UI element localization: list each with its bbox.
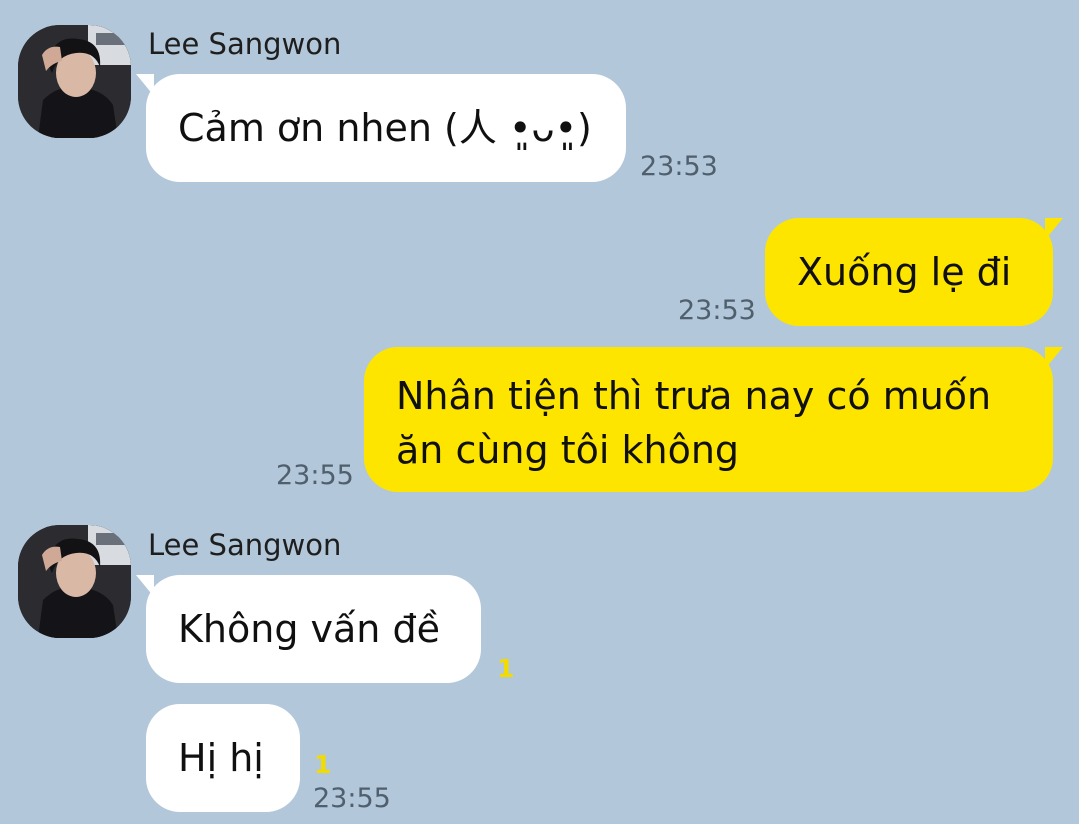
avatar[interactable] xyxy=(18,25,131,138)
timestamp: 23:53 xyxy=(640,151,718,182)
timestamp: 23:55 xyxy=(313,783,391,814)
profile-photo-icon xyxy=(18,25,131,138)
message-bubble[interactable]: Không vấn đề xyxy=(146,575,481,683)
message-bubble[interactable]: Xuống lẹ đi xyxy=(765,218,1053,326)
profile-photo-icon xyxy=(18,525,131,638)
message-bubble[interactable]: Hị hị xyxy=(146,704,300,812)
bubble-tail xyxy=(1045,347,1063,369)
sender-name: Lee Sangwon xyxy=(148,27,342,61)
timestamp: 23:55 xyxy=(276,460,354,491)
message-bubble[interactable]: Nhân tiện thì trưa nay có muốn ăn cùng t… xyxy=(364,347,1053,492)
timestamp: 23:53 xyxy=(678,295,756,326)
avatar[interactable] xyxy=(18,525,131,638)
message-bubble[interactable]: Cảm ơn nhen (人 •͈ᴗ•͈) xyxy=(146,74,626,182)
unread-count-badge: 1 xyxy=(497,654,515,683)
unread-count-badge: 1 xyxy=(314,750,332,779)
sender-name: Lee Sangwon xyxy=(148,528,342,562)
bubble-tail xyxy=(1045,218,1063,240)
